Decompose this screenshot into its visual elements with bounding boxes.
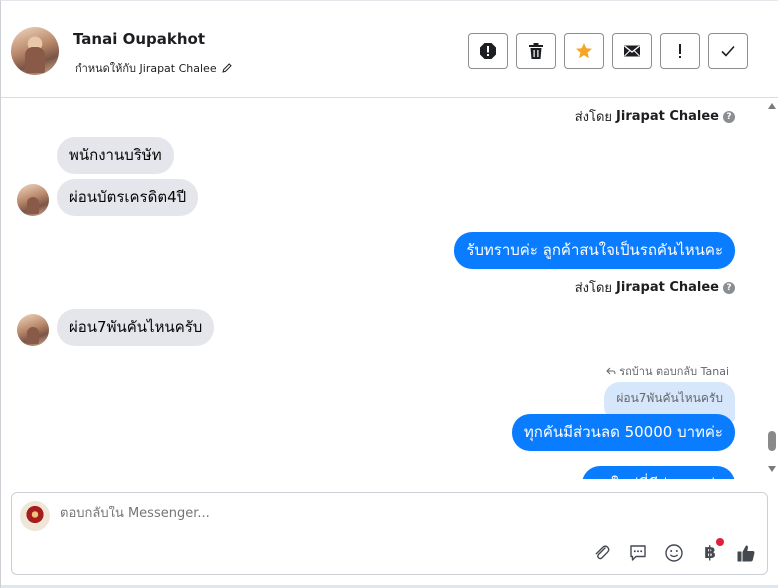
help-icon[interactable]: ? bbox=[723, 281, 735, 294]
message-thread: ส่งโดย Jirapat Chalee ? พนักงานบริษัท ผ่… bbox=[1, 98, 765, 479]
star-icon bbox=[576, 43, 592, 59]
contact-name[interactable]: Tanai Oupakhot bbox=[73, 30, 205, 48]
outgoing-message[interactable]: ทุกคันมีส่วนลด 50000 บาทค่ะ bbox=[511, 414, 735, 451]
outgoing-message[interactable]: รับทราบค่ะ ลูกค้าสนใจเป็นรถคันไหนคะ bbox=[454, 232, 735, 269]
emoji-icon bbox=[665, 544, 683, 562]
assigned-to[interactable]: กำหนดให้กับ Jirapat Chalee bbox=[75, 59, 233, 77]
incoming-message[interactable]: ผ่อนบัตรเครดิต4ปี bbox=[57, 179, 199, 216]
attach-button[interactable] bbox=[591, 542, 613, 564]
star-button[interactable] bbox=[564, 33, 604, 69]
sent-by-label: ส่งโดย Jirapat Chalee ? bbox=[575, 277, 735, 298]
exclamation-icon bbox=[679, 44, 681, 58]
mark-unread-button[interactable] bbox=[612, 33, 652, 69]
like-button[interactable] bbox=[735, 542, 757, 564]
saved-reply-button[interactable] bbox=[627, 542, 649, 564]
incoming-message[interactable]: พนักงานบริษัท bbox=[57, 137, 174, 174]
scroll-up-arrow-icon[interactable] bbox=[768, 103, 776, 109]
envelope-icon bbox=[624, 45, 640, 57]
spam-icon bbox=[480, 43, 496, 59]
saved-reply-icon bbox=[630, 545, 646, 561]
help-icon[interactable]: ? bbox=[723, 110, 735, 123]
thread-scrollbar[interactable] bbox=[765, 98, 778, 479]
notification-dot bbox=[716, 538, 724, 546]
payment-button[interactable]: ฿ bbox=[699, 538, 724, 564]
contact-avatar-small bbox=[17, 184, 49, 216]
contact-avatar[interactable] bbox=[11, 27, 59, 75]
paperclip-icon bbox=[595, 545, 610, 560]
composer-tools: ฿ bbox=[591, 538, 757, 564]
scroll-down-arrow-icon[interactable] bbox=[768, 466, 776, 472]
conversation-panel: Tanai Oupakhot กำหนดให้กับ Jirapat Chale… bbox=[0, 0, 778, 588]
sent-by-prefix: ส่งโดย bbox=[574, 281, 613, 296]
reply-meta-text: รถบ้าน ตอบกลับ Tanai bbox=[619, 365, 729, 378]
sent-by-label: ส่งโดย Jirapat Chalee ? bbox=[575, 106, 735, 127]
outgoing-message[interactable]: รถใหม่ที่มีส่วนลดค่ะ bbox=[582, 466, 735, 479]
sent-by-name: Jirapat Chalee bbox=[616, 280, 719, 295]
check-icon bbox=[721, 45, 735, 57]
action-toolbar bbox=[468, 33, 748, 69]
reply-composer: ฿ bbox=[11, 492, 768, 575]
spam-button[interactable] bbox=[468, 33, 508, 69]
reply-indicator: รถบ้าน ตอบกลับ Tanai bbox=[606, 362, 729, 380]
contact-avatar-small bbox=[17, 314, 49, 346]
trash-icon bbox=[529, 43, 543, 59]
follow-up-button[interactable] bbox=[660, 33, 700, 69]
incoming-message[interactable]: ผ่อน7พันคันไหนครับ bbox=[57, 309, 215, 346]
baht-icon: ฿ bbox=[704, 543, 716, 563]
emoji-button[interactable] bbox=[663, 542, 685, 564]
reply-arrow-icon bbox=[606, 367, 616, 374]
sent-by-prefix: ส่งโดย bbox=[574, 110, 613, 125]
mark-done-button[interactable] bbox=[708, 33, 748, 69]
conversation-header: Tanai Oupakhot กำหนดให้กับ Jirapat Chale… bbox=[1, 1, 778, 98]
delete-button[interactable] bbox=[516, 33, 556, 69]
reply-input[interactable] bbox=[60, 506, 740, 521]
assigned-label: กำหนดให้กับ Jirapat Chalee bbox=[75, 62, 217, 75]
scroll-thumb[interactable] bbox=[768, 431, 776, 451]
pencil-icon[interactable] bbox=[221, 62, 233, 74]
thumbs-up-icon bbox=[737, 545, 755, 562]
page-avatar bbox=[20, 501, 50, 531]
sent-by-name: Jirapat Chalee bbox=[616, 109, 719, 124]
